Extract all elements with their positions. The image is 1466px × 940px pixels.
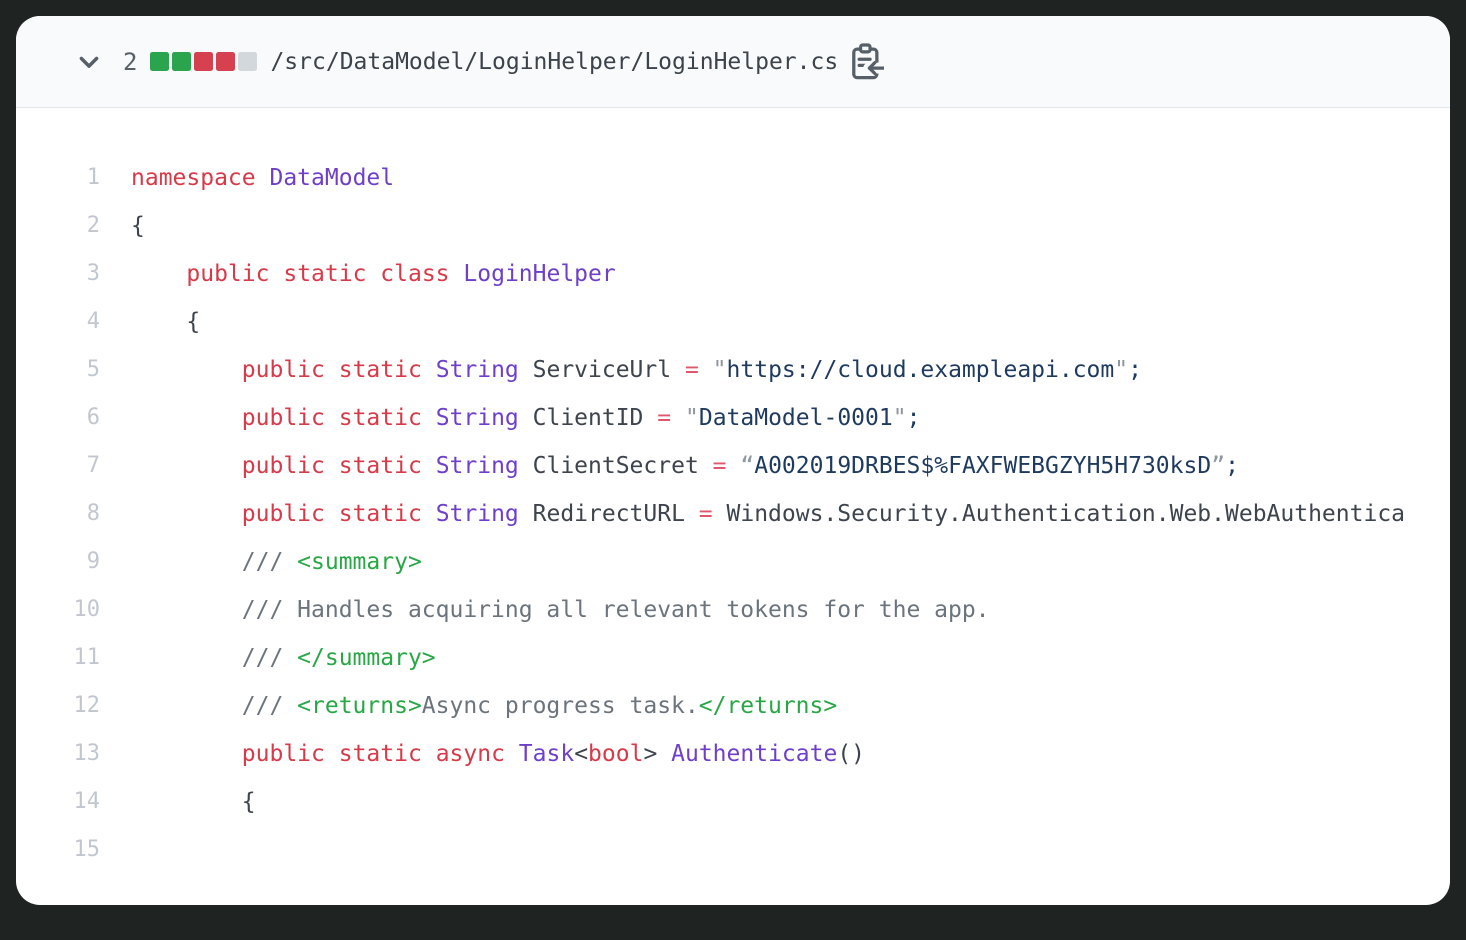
code-line-content: public static class LoginHelper [100, 250, 616, 298]
diff-block-deletion [216, 52, 235, 71]
code-line-content: /// <summary> [100, 538, 422, 586]
code-line-content: /// </summary> [100, 634, 436, 682]
line-number: 1 [16, 154, 100, 202]
diff-block-neutral [238, 52, 257, 71]
code-line-content: { [100, 778, 256, 826]
code-line: 5 public static String ServiceUrl = "htt… [16, 346, 1450, 394]
diff-block-addition [172, 52, 191, 71]
code-line: 7 public static String ClientSecret = “A… [16, 442, 1450, 490]
line-number: 11 [16, 634, 100, 682]
code-line: 13 public static async Task<bool> Authen… [16, 730, 1450, 778]
line-number: 4 [16, 298, 100, 346]
collapse-file-button[interactable] [75, 48, 103, 76]
chevron-down-icon [75, 48, 103, 76]
code-line-content: public static String ServiceUrl = "https… [100, 346, 1142, 394]
code-line: 8 public static String RedirectURL = Win… [16, 490, 1450, 538]
code-line: 4 { [16, 298, 1450, 346]
code-line: 9 /// <summary> [16, 538, 1450, 586]
file-diff-card: 2 /src/DataModel/LoginHelper/LoginHelper… [16, 16, 1450, 905]
code-line: 3 public static class LoginHelper [16, 250, 1450, 298]
diff-block-deletion [194, 52, 213, 71]
code-line: 1namespace DataModel [16, 154, 1450, 202]
code-line-content: /// Handles acquiring all relevant token… [100, 586, 990, 634]
copy-path-button[interactable] [846, 42, 886, 82]
code-block: 1namespace DataModel2{3 public static cl… [16, 108, 1450, 905]
code-line: 10 /// Handles acquiring all relevant to… [16, 586, 1450, 634]
line-number: 10 [16, 586, 100, 634]
code-line-content: { [100, 202, 145, 250]
line-number: 7 [16, 442, 100, 490]
line-number: 9 [16, 538, 100, 586]
diff-stat-blocks [150, 52, 257, 71]
code-line-content: public static String RedirectURL = Windo… [100, 490, 1405, 538]
line-number: 6 [16, 394, 100, 442]
file-header: 2 /src/DataModel/LoginHelper/LoginHelper… [16, 16, 1450, 108]
changes-count: 2 [123, 48, 137, 76]
file-path: /src/DataModel/LoginHelper/LoginHelper.c… [270, 49, 838, 75]
code-line-content [100, 826, 131, 874]
code-line-content: namespace DataModel [100, 154, 394, 202]
code-line-content: public static String ClientSecret = “A00… [100, 442, 1239, 490]
line-number: 12 [16, 682, 100, 730]
line-number: 2 [16, 202, 100, 250]
code-line-content: /// <returns>Async progress task.</retur… [100, 682, 837, 730]
code-line: 2{ [16, 202, 1450, 250]
line-number: 15 [16, 826, 100, 874]
line-number: 8 [16, 490, 100, 538]
code-line-content: public static String ClientID = "DataMod… [100, 394, 920, 442]
line-number: 13 [16, 730, 100, 778]
clipboard-paste-icon [848, 43, 884, 81]
line-number: 14 [16, 778, 100, 826]
line-number: 3 [16, 250, 100, 298]
diff-block-addition [150, 52, 169, 71]
code-line: 15 [16, 826, 1450, 874]
code-line: 11 /// </summary> [16, 634, 1450, 682]
code-line-content: { [100, 298, 200, 346]
code-line-content: public static async Task<bool> Authentic… [100, 730, 865, 778]
code-line: 6 public static String ClientID = "DataM… [16, 394, 1450, 442]
code-line: 12 /// <returns>Async progress task.</re… [16, 682, 1450, 730]
line-number: 5 [16, 346, 100, 394]
code-line: 14 { [16, 778, 1450, 826]
